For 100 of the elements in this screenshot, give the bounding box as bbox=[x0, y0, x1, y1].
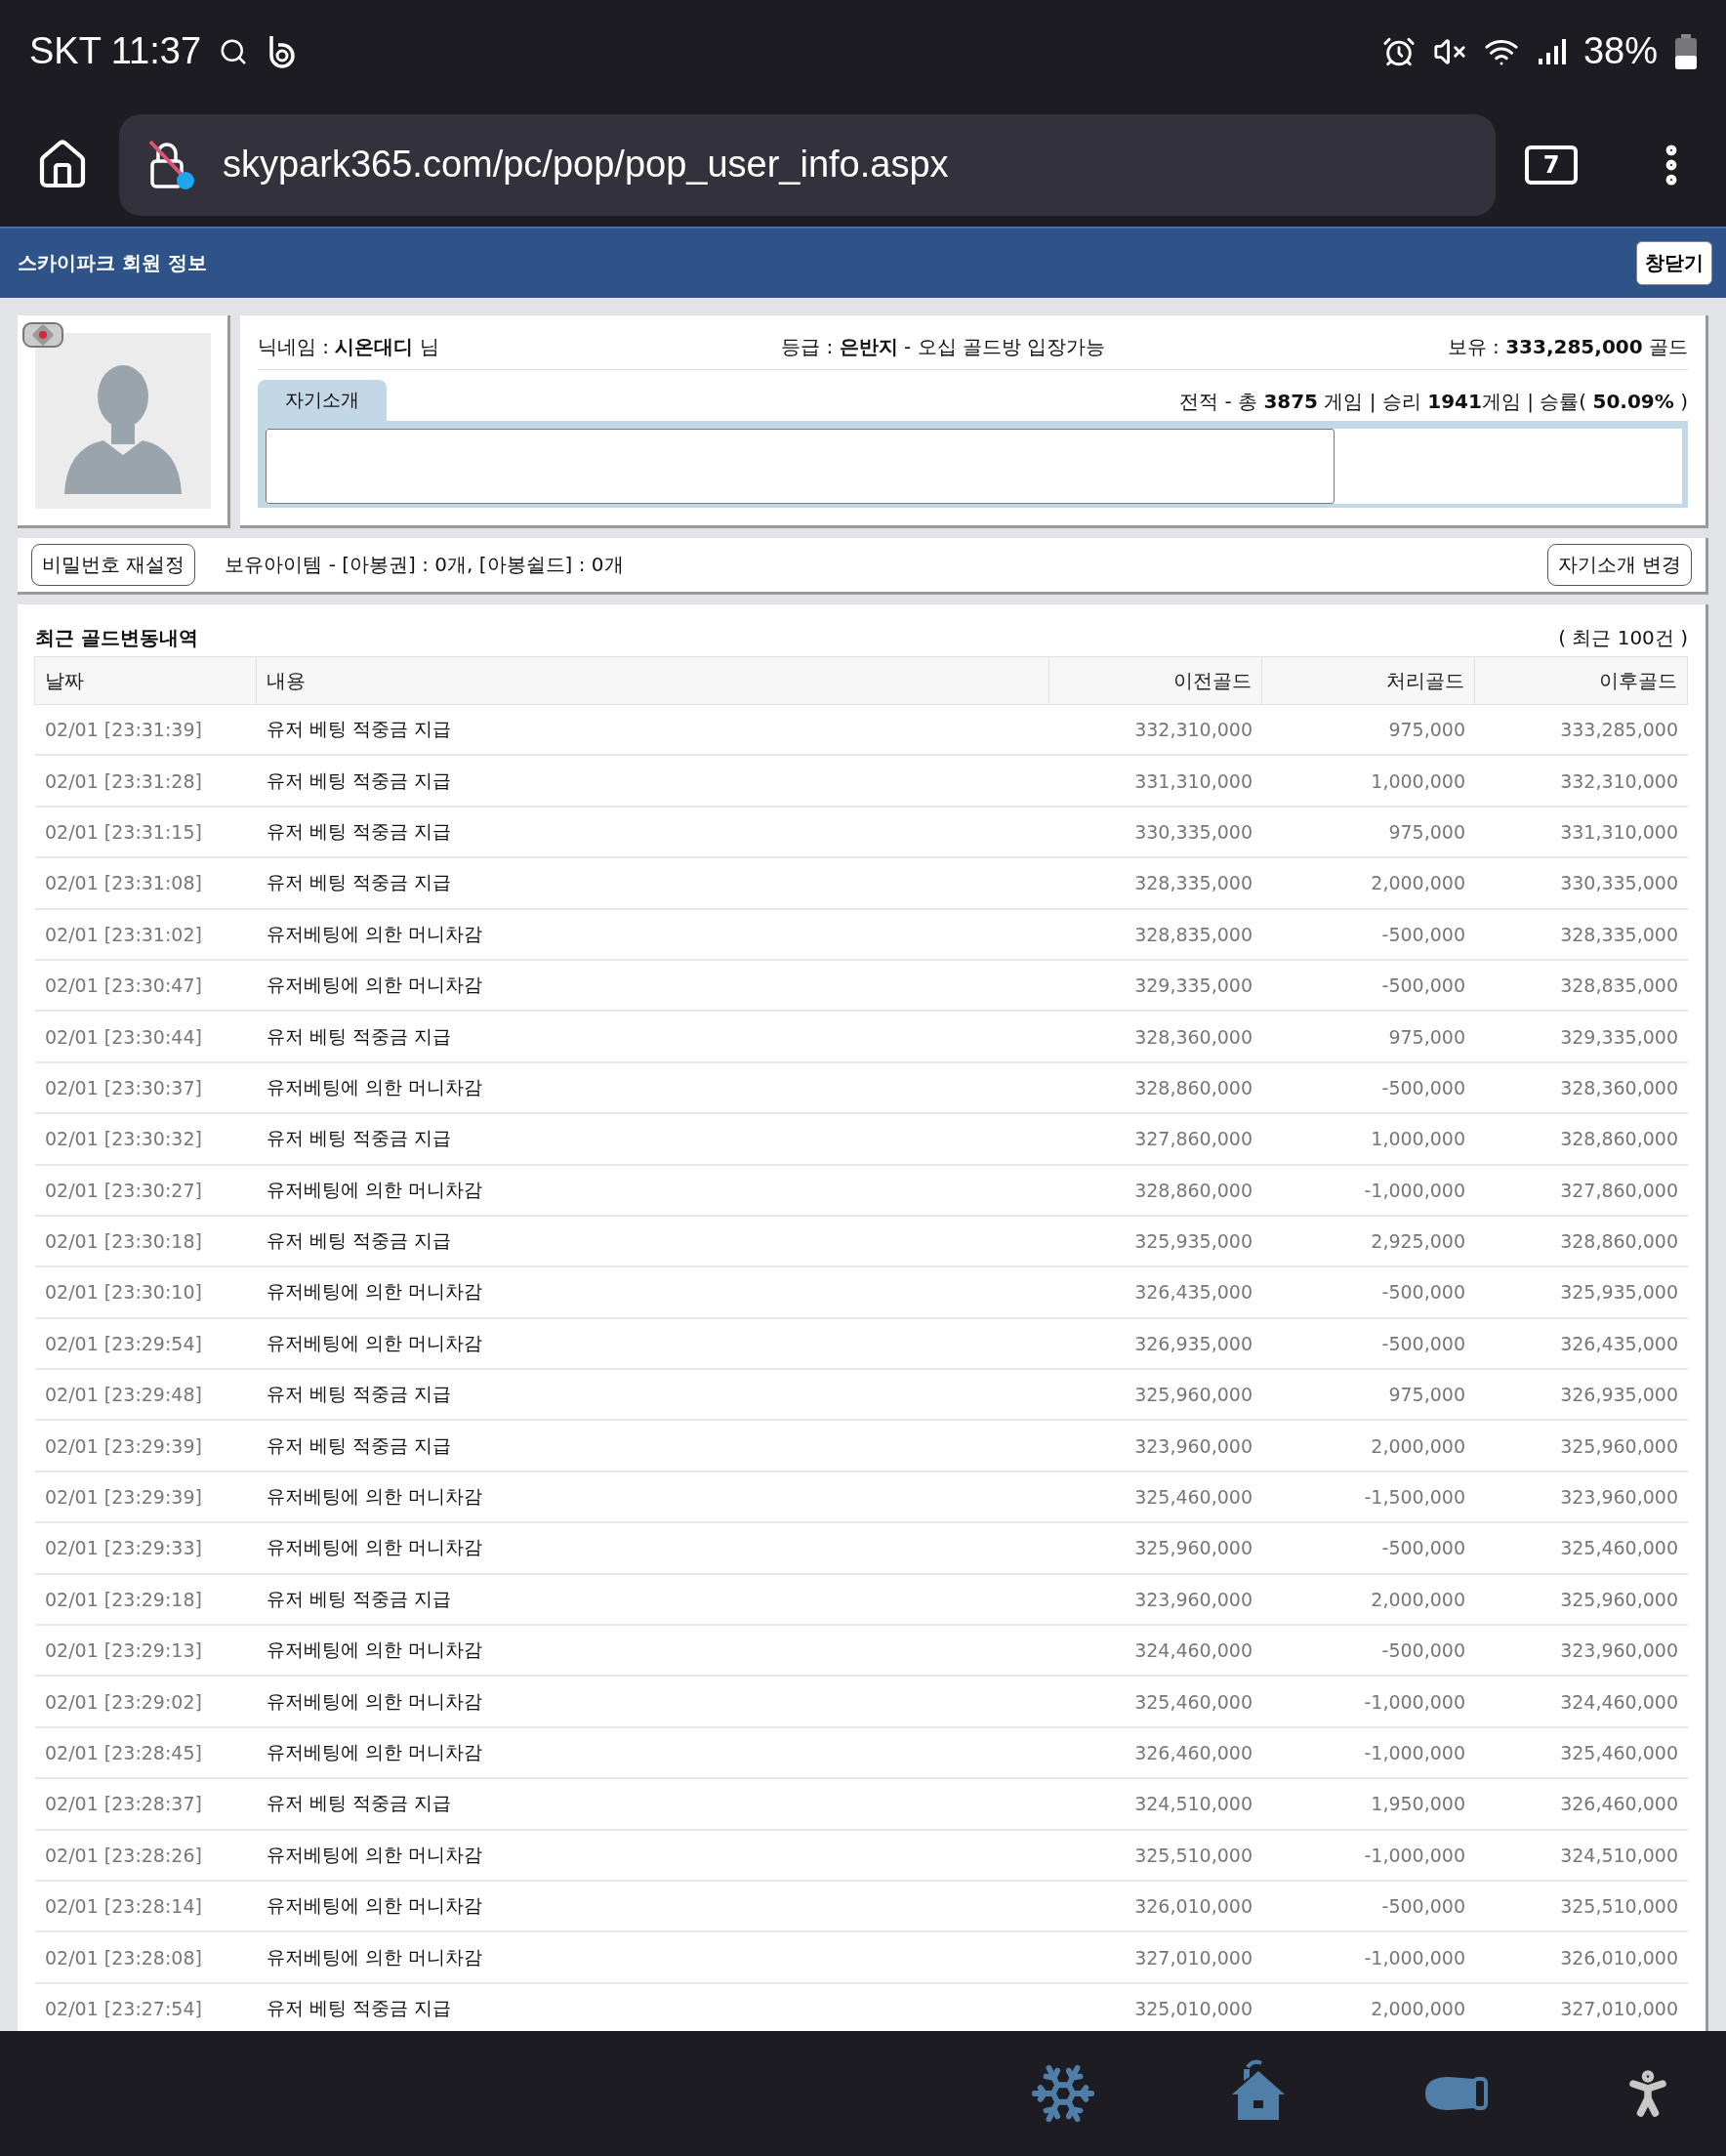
table-cell: -1,000,000 bbox=[1262, 1932, 1475, 1984]
table-cell: 02/01 [23:28:08] bbox=[35, 1932, 257, 1984]
table-cell: 326,010,000 bbox=[1475, 1932, 1688, 1984]
table-cell: 331,310,000 bbox=[1475, 807, 1688, 859]
grade-text: 등급 : 은반지 - 오십 골드방 입장가능 bbox=[781, 334, 1106, 360]
table-cell: 324,510,000 bbox=[1049, 1779, 1262, 1831]
table-cell: 02/01 [23:31:39] bbox=[35, 705, 257, 757]
column-header: 처리골드 bbox=[1261, 656, 1475, 705]
table-cell: -1,500,000 bbox=[1262, 1472, 1475, 1524]
table-cell: 1,000,000 bbox=[1262, 1114, 1475, 1166]
table-cell: 325,960,000 bbox=[1049, 1370, 1262, 1422]
table-cell: 02/01 [23:30:37] bbox=[35, 1062, 257, 1115]
table-cell: 유저베팅에 의한 머니차감 bbox=[257, 1626, 1049, 1678]
table-cell: -500,000 bbox=[1262, 1062, 1475, 1115]
table-cell: 328,835,000 bbox=[1049, 909, 1262, 961]
table-cell: -1,000,000 bbox=[1262, 1727, 1475, 1780]
table-cell: 323,960,000 bbox=[1475, 1626, 1688, 1678]
table-cell: -1,000,000 bbox=[1262, 1677, 1475, 1728]
table-cell: -500,000 bbox=[1262, 909, 1475, 961]
table-cell: 328,860,000 bbox=[1475, 1114, 1688, 1166]
table-cell: 326,010,000 bbox=[1049, 1882, 1262, 1933]
table-cell: 유저베팅에 의한 머니차감 bbox=[257, 1165, 1049, 1217]
intro-field[interactable] bbox=[266, 429, 1335, 504]
table-cell: 329,335,000 bbox=[1475, 1012, 1688, 1063]
table-cell: 02/01 [23:30:27] bbox=[35, 1165, 257, 1217]
table-cell: 02/01 [23:28:14] bbox=[35, 1882, 257, 1933]
table-cell: 327,010,000 bbox=[1049, 1932, 1262, 1984]
table-cell: 02/01 [23:29:33] bbox=[35, 1523, 257, 1575]
table-cell: 02/01 [23:31:08] bbox=[35, 858, 257, 910]
address-bar[interactable]: skypark365.com/pc/pop/pop_user_info.aspx bbox=[119, 113, 1496, 216]
table-cell: 326,435,000 bbox=[1049, 1267, 1262, 1319]
table-cell: 326,935,000 bbox=[1475, 1370, 1688, 1422]
table-cell: -500,000 bbox=[1262, 960, 1475, 1013]
table-cell: 1,950,000 bbox=[1262, 1779, 1475, 1831]
table-cell: 02/01 [23:29:54] bbox=[35, 1318, 257, 1371]
table-cell: 328,860,000 bbox=[1049, 1062, 1262, 1115]
table-cell: 332,310,000 bbox=[1475, 756, 1688, 808]
table-cell: 유저 베팅 적중금 지급 bbox=[257, 1216, 1049, 1268]
table-cell: 328,860,000 bbox=[1475, 1216, 1688, 1268]
table-cell: 02/01 [23:28:26] bbox=[35, 1830, 257, 1882]
table-cell: 2,000,000 bbox=[1262, 858, 1475, 910]
avatar-icon bbox=[34, 332, 211, 509]
page-title: 스카이파크 회원 정보 bbox=[18, 250, 207, 276]
table-cell: 2,000,000 bbox=[1262, 1421, 1475, 1472]
table-cell: 328,335,000 bbox=[1049, 858, 1262, 910]
table-cell: 02/01 [23:28:45] bbox=[35, 1727, 257, 1780]
table-cell: 326,460,000 bbox=[1475, 1779, 1688, 1831]
table-cell: 유저베팅에 의한 머니차감 bbox=[257, 1830, 1049, 1882]
table-cell: 유저베팅에 의한 머니차감 bbox=[257, 1318, 1049, 1371]
tabs-button[interactable]: 7 bbox=[1525, 145, 1578, 185]
intro-tab[interactable]: 자기소개 bbox=[258, 380, 387, 421]
table-cell: 325,935,000 bbox=[1475, 1267, 1688, 1319]
table-cell: 유저 베팅 적중금 지급 bbox=[257, 807, 1049, 859]
table-cell: 02/01 [23:29:18] bbox=[35, 1574, 257, 1627]
table-cell: 유저 베팅 적중금 지급 bbox=[257, 1779, 1049, 1831]
table-cell: 326,935,000 bbox=[1049, 1318, 1262, 1371]
signal-icon bbox=[1536, 36, 1566, 66]
table-cell: 유저베팅에 의한 머니차감 bbox=[257, 960, 1049, 1013]
table-cell: 유저베팅에 의한 머니차감 bbox=[257, 909, 1049, 961]
table-cell: 유저베팅에 의한 머니차감 bbox=[257, 1727, 1049, 1780]
holdings-text: 보유 : 333,285,000 골드 bbox=[1447, 334, 1688, 360]
reset-password-button[interactable]: 비밀번호 재설정 bbox=[31, 544, 196, 586]
column-header: 날짜 bbox=[34, 656, 257, 705]
table-cell: 327,860,000 bbox=[1049, 1114, 1262, 1166]
nickname-text: 닉네임 : 시온대디 님 bbox=[258, 334, 439, 360]
table-cell: 328,860,000 bbox=[1049, 1165, 1262, 1217]
table-cell: 02/01 [23:29:48] bbox=[35, 1370, 257, 1422]
table-cell: 02/01 [23:31:28] bbox=[35, 756, 257, 808]
table-cell: 유저베팅에 의한 머니차감 bbox=[257, 1882, 1049, 1933]
close-button[interactable]: 창닫기 bbox=[1636, 241, 1712, 285]
battery-level: 38% bbox=[1582, 30, 1658, 72]
table-cell: 02/01 [23:29:02] bbox=[35, 1677, 257, 1728]
table-cell: 326,435,000 bbox=[1475, 1318, 1688, 1371]
table-cell: 325,960,000 bbox=[1475, 1574, 1688, 1627]
table-cell: 유저 베팅 적중금 지급 bbox=[257, 1370, 1049, 1422]
table-cell: 329,335,000 bbox=[1049, 960, 1262, 1013]
section-title: 최근 골드변동내역 bbox=[35, 624, 198, 651]
table-cell: 유저베팅에 의한 머니차감 bbox=[257, 1062, 1049, 1115]
table-cell: 332,310,000 bbox=[1049, 705, 1262, 757]
table-cell: 327,860,000 bbox=[1475, 1165, 1688, 1217]
table-cell: 331,310,000 bbox=[1049, 756, 1262, 808]
table-cell: -500,000 bbox=[1262, 1318, 1475, 1371]
table-cell: 975,000 bbox=[1262, 807, 1475, 859]
table-cell: -500,000 bbox=[1262, 1882, 1475, 1933]
table-cell: 326,460,000 bbox=[1049, 1727, 1262, 1780]
table-cell: 324,460,000 bbox=[1475, 1677, 1688, 1728]
table-cell: 유저베팅에 의한 머니차감 bbox=[257, 1677, 1049, 1728]
record-count: ( 최근 100건 ) bbox=[1558, 624, 1688, 651]
table-cell: 02/01 [23:29:39] bbox=[35, 1472, 257, 1524]
table-cell: 02/01 [23:30:10] bbox=[35, 1267, 257, 1319]
table-cell: 02/01 [23:30:47] bbox=[35, 960, 257, 1013]
table-cell: 02/01 [23:31:15] bbox=[35, 807, 257, 859]
table-cell: 328,335,000 bbox=[1475, 909, 1688, 961]
edit-intro-button[interactable]: 자기소개 변경 bbox=[1546, 544, 1692, 586]
table-cell: 325,460,000 bbox=[1049, 1677, 1262, 1728]
table-cell: 975,000 bbox=[1262, 1012, 1475, 1063]
table-cell: 324,460,000 bbox=[1049, 1626, 1262, 1678]
column-header: 이전골드 bbox=[1048, 656, 1262, 705]
table-cell: 330,335,000 bbox=[1475, 858, 1688, 910]
table-cell: 325,935,000 bbox=[1049, 1216, 1262, 1268]
